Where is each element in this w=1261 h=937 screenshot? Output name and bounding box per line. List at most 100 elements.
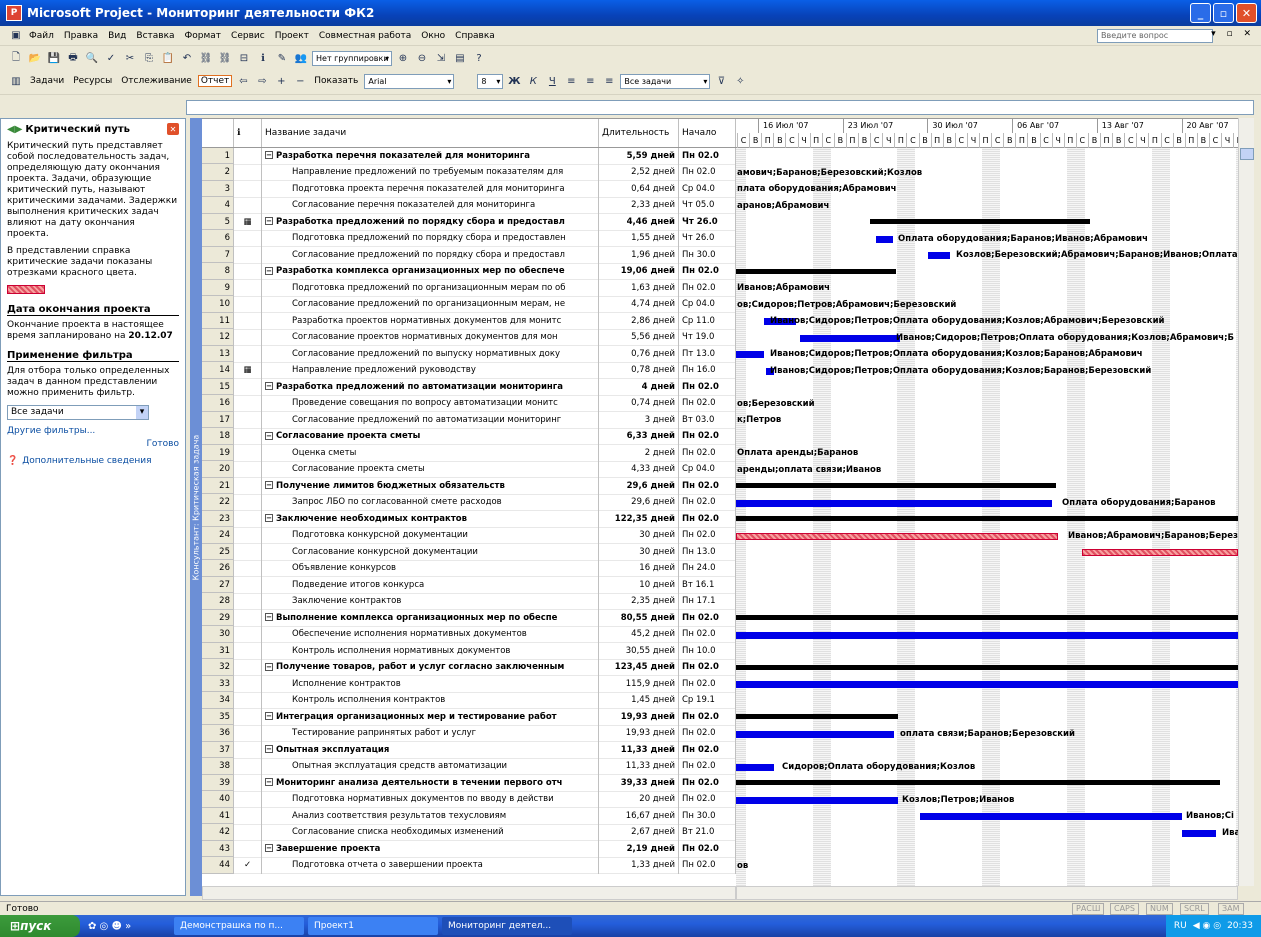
indicator-cell[interactable] <box>234 527 262 544</box>
save-icon[interactable]: 💾 <box>46 50 62 66</box>
duration-cell[interactable]: 29,6 дней <box>599 494 679 511</box>
duration-cell[interactable]: 2,35 дней <box>599 593 679 610</box>
task-name-cell[interactable]: Подготовка конкурсной документации <box>262 527 599 544</box>
duration-cell[interactable]: 6,33 дней <box>599 428 679 445</box>
task-name-cell[interactable]: Подготовка проекта перечня показателей д… <box>262 180 599 197</box>
task-name-cell[interactable]: Запрос ЛБО по согласованной смете расход… <box>262 494 599 511</box>
task-name-cell[interactable]: Согласование предложений по выпуску норм… <box>262 345 599 362</box>
scroll-to-task-icon[interactable]: ⇲ <box>433 50 449 66</box>
indicator-cell[interactable] <box>234 312 262 329</box>
autofilter-icon[interactable]: ⊽ <box>713 73 729 89</box>
duration-cell[interactable]: 123,45 дней <box>599 659 679 676</box>
scroll-thumb[interactable] <box>1240 148 1254 160</box>
row-id[interactable]: 40 <box>202 791 234 808</box>
entry-field[interactable] <box>186 100 1254 115</box>
table-row[interactable]: 20 Согласование проекта сметы 4,33 дней Ср … <box>202 461 736 478</box>
indicator-cell[interactable] <box>234 593 262 610</box>
table-row[interactable]: 4 Согласование перечня показателей для мо… <box>202 197 736 214</box>
critical-task-bar[interactable] <box>1082 549 1238 556</box>
task-name-cell[interactable]: Контроль исполнения нормативных документ… <box>262 642 599 659</box>
task-name-cell[interactable]: Согласование предложений по автоматизаци… <box>262 411 599 428</box>
task-name-cell[interactable]: Согласование проекта сметы <box>262 461 599 478</box>
duration-cell[interactable]: 4 дней <box>599 378 679 395</box>
start-cell[interactable]: Вт 21.0 <box>679 824 736 841</box>
row-id[interactable]: 14 <box>202 362 234 379</box>
start-cell[interactable]: Вт 16.1 <box>679 576 736 593</box>
task-name-cell[interactable]: Согласование перечня показателей для мон… <box>262 197 599 214</box>
start-cell[interactable]: Пн 02.0 <box>679 279 736 296</box>
indicator-cell[interactable] <box>234 609 262 626</box>
duration-cell[interactable]: 4,74 дней <box>599 296 679 313</box>
indicator-cell[interactable] <box>234 510 262 527</box>
row-id[interactable]: 4 <box>202 197 234 214</box>
copy-picture-icon[interactable]: ▤ <box>452 50 468 66</box>
row-id[interactable]: 20 <box>202 461 234 478</box>
task-bar[interactable] <box>800 334 900 342</box>
duration-cell[interactable]: 0,64 дней <box>599 180 679 197</box>
menu-item[interactable]: Совместная работа <box>314 31 416 41</box>
start-cell[interactable]: Пн 02.0 <box>679 609 736 626</box>
menu-item[interactable]: Вид <box>103 31 131 41</box>
table-row[interactable]: 1 − Разработка перечня показателей для мон… <box>202 147 736 165</box>
row-id[interactable]: 27 <box>202 576 234 593</box>
table-row[interactable]: 21 − Получение лимитов бюджетных обязатель… <box>202 477 736 495</box>
row-id[interactable]: 35 <box>202 708 234 725</box>
taskbar-item-monitoring[interactable]: Мониторинг деятел... <box>442 917 572 935</box>
start-cell[interactable]: Пн 02.0 <box>679 494 736 511</box>
table-row[interactable]: 35 − Интеграция организационных мер и тест… <box>202 708 736 726</box>
table-row[interactable]: 23− Заключение необходимых контрактов 122,… <box>202 510 736 528</box>
arrow-right-icon[interactable]: ⇨ <box>254 73 270 89</box>
task-name-cell[interactable]: Направление предложений по требуемым пок… <box>262 164 599 181</box>
row-id[interactable]: 42 <box>202 824 234 841</box>
maximize-button[interactable]: ▫ <box>1213 3 1234 23</box>
help-icon[interactable]: ? <box>471 50 487 66</box>
start-cell[interactable]: Пн 02.0 <box>679 708 736 725</box>
start-header[interactable]: Начало <box>679 119 736 147</box>
resources-menu[interactable]: Ресурсы <box>70 76 115 86</box>
task-bar[interactable] <box>928 252 950 259</box>
start-cell[interactable]: Чт 05.0 <box>679 197 736 214</box>
split-icon[interactable]: ⊟ <box>236 50 252 66</box>
summary-bar[interactable] <box>870 219 1090 224</box>
indicator-cell[interactable] <box>234 164 262 181</box>
table-row[interactable]: 40 Подготовка нормативных документов по в… <box>202 791 736 808</box>
print-icon[interactable]: 🖶 <box>65 50 81 66</box>
indicator-cell[interactable] <box>234 543 262 560</box>
start-cell[interactable]: Пн 24.0 <box>679 560 736 577</box>
start-cell[interactable]: Чт 26.0 <box>679 230 736 247</box>
indicator-cell[interactable] <box>234 840 262 857</box>
notes-icon[interactable]: ✎ <box>274 50 290 66</box>
task-name-cell[interactable]: Опытная эксплуатация средств автоматизац… <box>262 758 599 775</box>
collapse-icon[interactable]: − <box>265 778 273 786</box>
view-bar[interactable]: Консультант: Критическая задача <box>190 118 202 896</box>
start-cell[interactable]: Пн 02.0 <box>679 395 736 412</box>
done-link[interactable]: Готово <box>7 439 179 450</box>
new-icon[interactable]: 🗋 <box>8 50 24 66</box>
row-id[interactable]: 19 <box>202 444 234 461</box>
indicator-cell[interactable] <box>234 758 262 775</box>
task-name-cell[interactable]: Направление предложений руководству <box>262 362 599 379</box>
task-name-cell[interactable]: Подготовка предложений по порядку сбора … <box>262 230 599 247</box>
task-name-cell[interactable]: − Выполнение комплекса организационных ме… <box>262 609 599 626</box>
task-name-cell[interactable]: Объявление конкурсов <box>262 560 599 577</box>
row-id[interactable]: 28 <box>202 593 234 610</box>
start-cell[interactable]: Пн 02.0 <box>679 147 736 164</box>
summary-bar[interactable] <box>736 268 896 274</box>
row-id[interactable]: 8 <box>202 263 234 280</box>
info-icon[interactable]: ℹ <box>255 50 271 66</box>
table-row[interactable]: 10 Согласование предложений по организаци… <box>202 296 736 313</box>
menu-item[interactable]: Формат <box>180 31 227 41</box>
row-id[interactable]: 43 <box>202 840 234 857</box>
copy-icon[interactable]: ⎘ <box>141 50 157 66</box>
start-cell[interactable]: Пн 30.0 <box>679 807 736 824</box>
task-name-cell[interactable]: Подготовка предложений по организационны… <box>262 279 599 296</box>
duration-cell[interactable]: 2,67 дней <box>599 824 679 841</box>
row-id[interactable]: 3 <box>202 180 234 197</box>
start-cell[interactable]: Ср 19.1 <box>679 692 736 709</box>
duration-cell[interactable]: 122,35 дней <box>599 510 679 527</box>
indicator-cell[interactable] <box>234 461 262 478</box>
duration-cell[interactable]: 45,2 дней <box>599 626 679 643</box>
duration-cell[interactable]: 16 дней <box>599 560 679 577</box>
start-cell[interactable]: Пн 02.0 <box>679 840 736 857</box>
task-bar[interactable] <box>736 351 764 358</box>
